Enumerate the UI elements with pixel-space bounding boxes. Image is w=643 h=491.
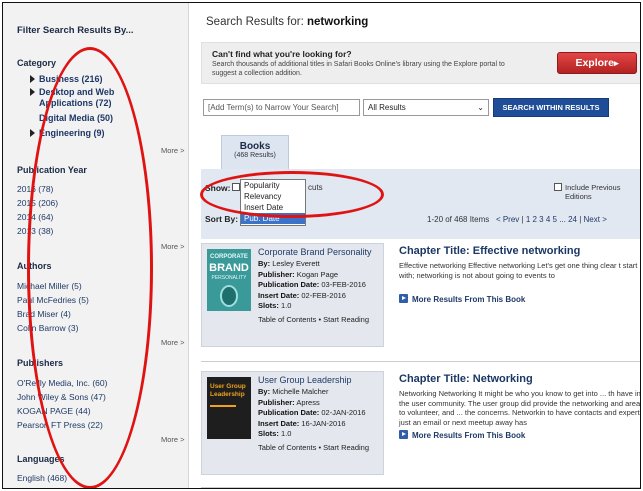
cover-text: User Group Leadership: [210, 383, 246, 398]
authors-more-link[interactable]: More >: [161, 338, 185, 347]
chapter-title[interactable]: Chapter Title: Networking: [399, 373, 533, 385]
category-heading: Category: [17, 58, 57, 68]
book-title-link[interactable]: User Group Leadership: [258, 375, 352, 385]
cover-text: BRAND: [209, 262, 249, 274]
book-cover-image[interactable]: User Group Leadership: [207, 377, 251, 439]
results-range: 1-20 of 468 Items: [427, 215, 490, 224]
book-title-link[interactable]: Corporate Brand Personality: [258, 247, 372, 257]
book-publisher-row: Publisher: Kogan Page: [258, 269, 339, 279]
expand-triangle-icon[interactable]: [30, 75, 35, 83]
search-query: networking: [307, 16, 369, 28]
results-scope-value: All Results: [368, 103, 406, 112]
feather-graphic: [220, 285, 238, 307]
pagination: 1-20 of 468 Items < Prev | 1 2 3 4 5 ...…: [427, 215, 607, 224]
sort-by-label: Sort By:: [205, 214, 239, 224]
annotation-oval-sort: [200, 171, 384, 218]
tab-books-count: (468 Results): [234, 152, 276, 159]
sidebar-title: Filter Search Results By...: [17, 25, 134, 36]
language-english[interactable]: English (468): [17, 473, 67, 483]
search-within-results-button[interactable]: SEARCH WITHIN RESULTS: [493, 98, 609, 117]
include-previous-checkbox[interactable]: [554, 183, 562, 191]
result-divider: [201, 361, 640, 362]
book-publisher-row: Publisher: Apress: [258, 397, 320, 407]
tab-books[interactable]: Books (468 Results): [221, 135, 289, 170]
include-previous-label: Include Previous Editions: [565, 183, 621, 201]
book-slots-row: Slots: 1.0: [258, 429, 292, 438]
more-results-link[interactable]: More Results From This Book: [399, 294, 525, 304]
promo-text: Search thousands of additional titles in…: [212, 61, 505, 77]
search-results-title: Search Results for: networking: [206, 16, 368, 28]
page-frame: Filter Search Results By... Category Bus…: [2, 2, 641, 489]
arrow-right-icon: ▸: [613, 58, 619, 68]
category-more-link[interactable]: More >: [161, 146, 185, 155]
narrow-search-input[interactable]: [203, 99, 360, 116]
book-pub-date-row: Publication Date: 03-FEB-2016: [258, 280, 366, 289]
book-insert-date-row: Insert Date: 16-JAN-2016: [258, 418, 346, 428]
prev-page-link[interactable]: < Prev: [496, 215, 519, 224]
year-more-link[interactable]: More >: [161, 242, 185, 251]
explore-button-label: Explore: [575, 57, 614, 69]
book-metadata: By: Lesley Everett Publisher: Kogan Page…: [258, 259, 369, 325]
book-insert-date-row: Insert Date: 02-FEB-2016: [258, 290, 346, 300]
results-scope-select[interactable]: All Results ⌄: [363, 99, 489, 116]
cover-text: CORPORATE: [210, 254, 248, 260]
search-results-label: Search Results for:: [206, 16, 304, 28]
cover-rule: [210, 405, 236, 407]
play-icon: [399, 294, 408, 303]
publishers-more-link[interactable]: More >: [161, 435, 185, 444]
expand-triangle-icon[interactable]: [30, 129, 35, 137]
cover-text: PERSONALITY: [211, 275, 247, 281]
tab-books-label: Books: [239, 141, 271, 152]
chapter-snippet: Effective networking Effective networkin…: [399, 261, 638, 280]
annotation-oval-sidebar: [27, 47, 153, 488]
explore-promo: Can't find what you're looking for? Sear…: [201, 42, 640, 84]
chapter-snippet: Networking Networking It might be who yo…: [399, 389, 641, 427]
book-pub-date-row: Publication Date: 02-JAN-2016: [258, 408, 366, 417]
book-links[interactable]: Table of Contents • Start Reading: [258, 443, 369, 454]
book-author-row: By: Lesley Everett: [258, 259, 320, 268]
promo-heading: Can't find what you're looking for?: [212, 49, 352, 59]
chapter-title[interactable]: Chapter Title: Effective networking: [399, 245, 580, 257]
chevron-down-icon: ⌄: [477, 103, 484, 112]
book-metadata: By: Michelle Malcher Publisher: Apress P…: [258, 387, 369, 453]
book-links[interactable]: Table of Contents • Start Reading: [258, 315, 369, 326]
explore-button[interactable]: Explore▸: [557, 52, 637, 74]
page-numbers[interactable]: 1 2 3 4 5 ... 24: [526, 215, 577, 224]
book-slots-row: Slots: 1.0: [258, 301, 292, 310]
book-author-row: By: Michelle Malcher: [258, 387, 329, 396]
next-page-link[interactable]: Next >: [584, 215, 607, 224]
more-results-link[interactable]: More Results From This Book: [399, 430, 525, 440]
book-cover-image[interactable]: CORPORATE BRAND PERSONALITY: [207, 249, 251, 311]
result-divider: [201, 487, 640, 488]
expand-triangle-icon[interactable]: [30, 88, 35, 96]
play-icon: [399, 430, 408, 439]
